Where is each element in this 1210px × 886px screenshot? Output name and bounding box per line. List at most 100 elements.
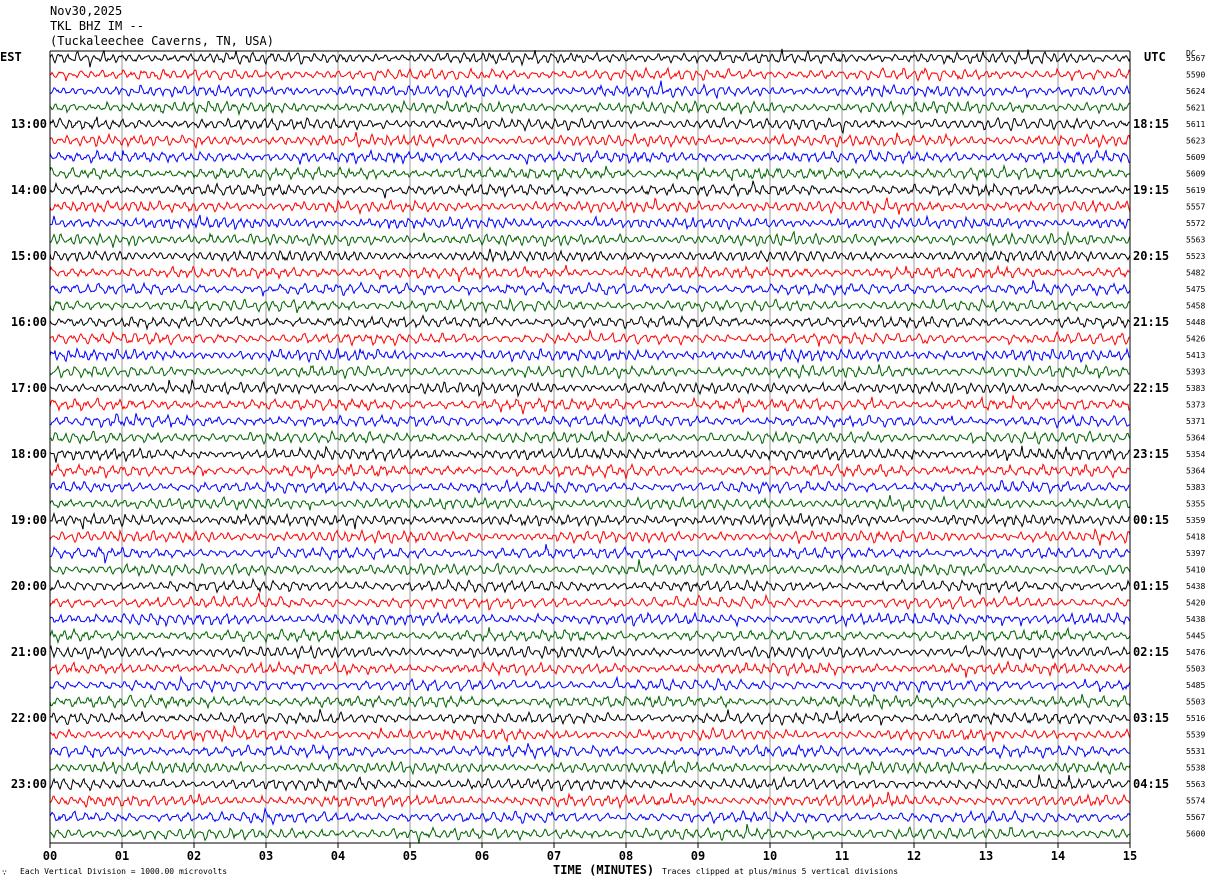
dc-offset-label: 5516 <box>1186 714 1205 723</box>
dc-offset-label: 5354 <box>1186 450 1205 459</box>
trace-6 <box>49 131 1131 150</box>
trace-38 <box>49 660 1131 678</box>
dc-offset-label: 5503 <box>1186 698 1205 707</box>
trace-29 <box>49 511 1131 530</box>
trace-9 <box>49 180 1131 199</box>
dc-offset-label: 5355 <box>1186 500 1205 509</box>
trace-28 <box>49 494 1131 513</box>
trace-33 <box>49 577 1131 596</box>
dc-offset-labels: 5567 5590 5624 5621 5611 5623 5609 5609 5619 5557… <box>1186 54 1205 839</box>
dc-offset-label: 5482 <box>1186 269 1205 278</box>
dc-offset-label: 5383 <box>1186 384 1205 393</box>
dc-offset-label: 5531 <box>1186 747 1205 756</box>
left-time-label: 21:00 <box>11 645 47 659</box>
x-tick-label-05: 05 <box>403 849 417 863</box>
trace-46 <box>49 791 1131 810</box>
dc-offset-label: 5624 <box>1186 87 1205 96</box>
trace-20 <box>49 363 1131 380</box>
right-time-label: 02:15 <box>1133 645 1169 659</box>
right-time-label: 18:15 <box>1133 117 1169 131</box>
trace-17 <box>49 314 1131 331</box>
right-time-label: 03:15 <box>1133 711 1169 725</box>
trace-45 <box>49 774 1131 793</box>
trace-23 <box>49 413 1131 429</box>
trace-27 <box>49 478 1131 495</box>
left-time-label: 14:00 <box>11 183 47 197</box>
dc-offset-label: 5373 <box>1186 401 1205 410</box>
trace-26 <box>49 462 1131 480</box>
trace-3 <box>49 80 1131 100</box>
dc-offset-label: 5621 <box>1186 104 1205 113</box>
left-time-label: 16:00 <box>11 315 47 329</box>
clip-note: Traces clipped at plus/minus 5 vertical … <box>662 867 899 876</box>
x-tick-label-02: 02 <box>187 849 201 863</box>
scale-note: Each Vertical Division = 1000.00 microvo… <box>20 867 228 876</box>
dc-offset-label: 5563 <box>1186 780 1205 789</box>
x-tick-label-10: 10 <box>763 849 777 863</box>
trace-39 <box>49 675 1131 694</box>
x-tick-label-06: 06 <box>475 849 489 863</box>
x-tick-label-12: 12 <box>907 849 921 863</box>
trace-8 <box>49 163 1131 182</box>
dc-offset-label: 5539 <box>1186 731 1205 740</box>
x-tick-label-15: 15 <box>1123 849 1137 863</box>
dc-offset-label: 5523 <box>1186 252 1205 261</box>
trace-48 <box>49 823 1131 844</box>
right-time-labels: 18:15 19:15 20:15 21:15 22:15 23:15 00:15 01:15… <box>1133 117 1169 791</box>
left-time-label: 18:00 <box>11 447 47 461</box>
dc-offset-label: 5393 <box>1186 368 1205 377</box>
trace-44 <box>49 758 1131 776</box>
left-time-label: 13:00 <box>11 117 47 131</box>
right-time-label: 19:15 <box>1133 183 1169 197</box>
right-time-label: 22:15 <box>1133 381 1169 395</box>
dc-offset-label: 5413 <box>1186 351 1205 360</box>
dc-offset-label: 5609 <box>1186 153 1205 162</box>
dc-offset-label: 5359 <box>1186 516 1205 525</box>
trace-22 <box>49 395 1131 415</box>
left-time-label: 22:00 <box>11 711 47 725</box>
trace-34 <box>49 592 1131 611</box>
plot-frame <box>49 50 1131 844</box>
trace-24 <box>49 429 1131 446</box>
dc-offset-label: 5619 <box>1186 186 1205 195</box>
dc-offset-label: 5567 <box>1186 813 1205 822</box>
seismic-traces <box>49 48 1131 844</box>
dc-offset-label: 5609 <box>1186 170 1205 179</box>
dc-offset-label: 5538 <box>1186 764 1205 773</box>
dc-offset-label: 5476 <box>1186 648 1205 657</box>
dc-offset-label: 5410 <box>1186 566 1205 575</box>
x-tick-label-04: 04 <box>331 849 345 863</box>
trace-42 <box>49 724 1131 744</box>
dc-offset-label: 5426 <box>1186 335 1205 344</box>
trace-2 <box>49 66 1131 82</box>
right-time-label: 04:15 <box>1133 777 1169 791</box>
dc-offset-label: 5574 <box>1186 797 1205 806</box>
trace-18 <box>49 328 1131 347</box>
trace-40 <box>49 693 1131 711</box>
dc-offset-label: 5572 <box>1186 219 1205 228</box>
right-time-label: 01:15 <box>1133 579 1169 593</box>
dc-offset-label: 5445 <box>1186 632 1205 641</box>
trace-31 <box>49 544 1131 564</box>
trace-35 <box>49 611 1131 628</box>
x-tick-label-00: 00 <box>43 849 57 863</box>
trace-37 <box>49 644 1131 660</box>
dc-offset-label: 5448 <box>1186 318 1205 327</box>
dc-offset-label: 5485 <box>1186 681 1205 690</box>
left-time-label: 17:00 <box>11 381 47 395</box>
trace-32 <box>49 559 1131 578</box>
trace-11 <box>49 214 1131 231</box>
minute-gridlines <box>121 51 1059 843</box>
x-tick-label-03: 03 <box>259 849 273 863</box>
dc-offset-label: 5438 <box>1186 615 1205 624</box>
dc-offset-label: 5611 <box>1186 120 1205 129</box>
left-time-label: 19:00 <box>11 513 47 527</box>
left-time-labels: 13:00 14:00 15:00 16:00 17:00 18:00 19:00 20:00… <box>11 117 47 791</box>
dc-offset-label: 5563 <box>1186 236 1205 245</box>
trace-30 <box>49 527 1131 546</box>
x-tick-label-13: 13 <box>979 849 993 863</box>
x-tick-label-14: 14 <box>1051 849 1065 863</box>
dc-offset-label: 5397 <box>1186 549 1205 558</box>
dc-offset-label: 5475 <box>1186 285 1205 294</box>
trace-47 <box>49 807 1131 826</box>
